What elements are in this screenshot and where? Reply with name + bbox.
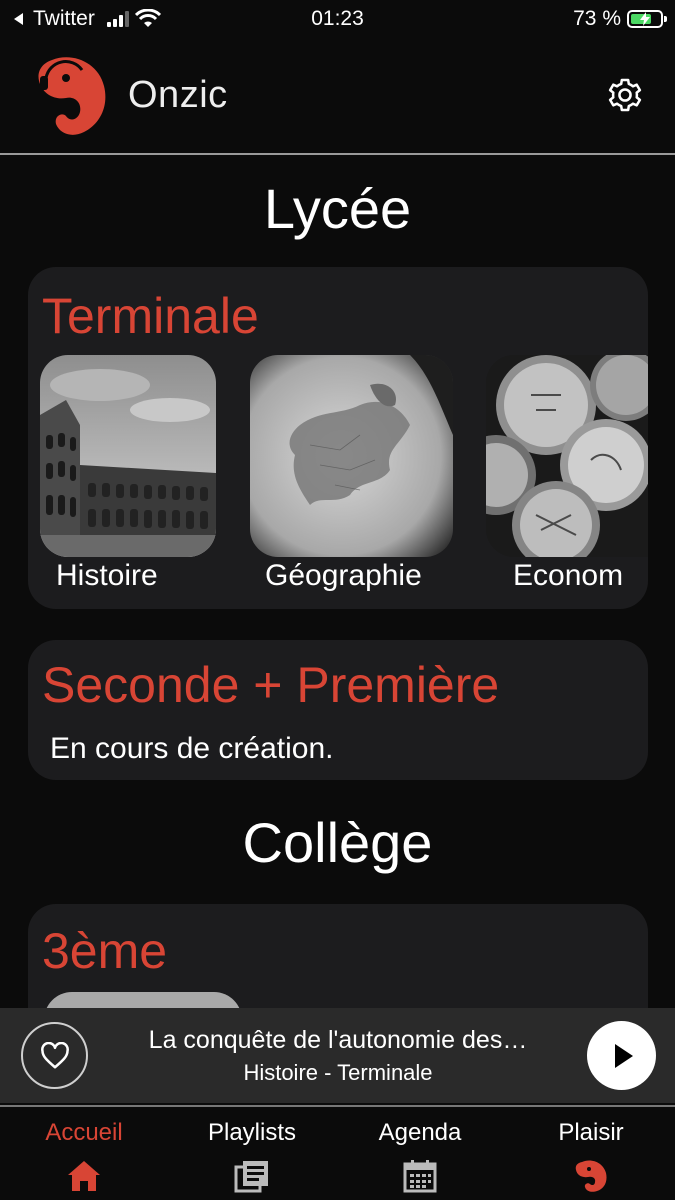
nav-label-plaisir: Plaisir [558, 1119, 624, 1146]
section-title-college: Collège [242, 811, 433, 874]
app-name: Onzic [128, 74, 228, 116]
home-icon [68, 1161, 100, 1191]
nav-item-playlists[interactable]: Playlists [168, 1119, 336, 1193]
track-subtitle: Histoire - Terminale [243, 1060, 433, 1085]
status-bar: Twitter 01:23 73 % [0, 0, 675, 38]
calendar-icon [403, 1160, 437, 1193]
heart-outline-icon [40, 1041, 69, 1068]
card-note: En cours de création. [50, 732, 334, 765]
card-title-terminale[interactable]: Terminale [42, 287, 259, 345]
nav-label-playlists: Playlists [207, 1119, 297, 1146]
onzic-logo-icon [38, 57, 106, 135]
card-title-seconde-premiere[interactable]: Seconde + Première [42, 656, 499, 714]
card-seconde-premiere[interactable]: Seconde + Première En cours de création. [28, 640, 648, 780]
nav-item-agenda[interactable]: Agenda [336, 1119, 504, 1193]
favorite-button[interactable] [21, 1022, 88, 1089]
card-title-3eme[interactable]: 3ème [42, 922, 167, 980]
play-button[interactable] [587, 1021, 656, 1090]
elephant-icon [575, 1160, 607, 1192]
app-header: Onzic [0, 38, 675, 155]
bottom-nav: Accueil Playlists Agenda Plaisir [0, 1105, 675, 1200]
playlist-icon [234, 1161, 268, 1193]
mini-player[interactable]: La conquête de l'autonomie des… Histoire… [0, 1008, 675, 1103]
nav-label-accueil: Accueil [45, 1119, 123, 1146]
globe-europe-photo [250, 355, 453, 557]
subject-thumb-economie[interactable] [486, 355, 648, 557]
coins-photo [486, 355, 648, 557]
play-icon [614, 1043, 633, 1068]
nav-label-agenda: Agenda [378, 1119, 462, 1146]
colosseum-photo [40, 355, 216, 557]
subject-thumb-histoire[interactable] [40, 355, 216, 557]
subject-label-geographie[interactable]: Géographie [265, 559, 422, 593]
battery-percent: 73 % [573, 7, 621, 30]
subject-label-histoire[interactable]: Histoire [56, 559, 158, 593]
battery-icon [627, 10, 667, 28]
nav-item-accueil[interactable]: Accueil [0, 1119, 168, 1193]
gear-icon[interactable] [606, 76, 644, 114]
subject-label-economie[interactable]: Econom [513, 559, 623, 593]
subject-thumb-geographie[interactable] [250, 355, 453, 557]
nav-item-plaisir[interactable]: Plaisir [507, 1119, 675, 1193]
section-title-lycee: Lycée [263, 177, 412, 240]
track-title[interactable]: La conquête de l'autonomie des… [128, 1026, 548, 1055]
card-terminale: Terminale Histoire Géographie Econom [28, 267, 648, 609]
